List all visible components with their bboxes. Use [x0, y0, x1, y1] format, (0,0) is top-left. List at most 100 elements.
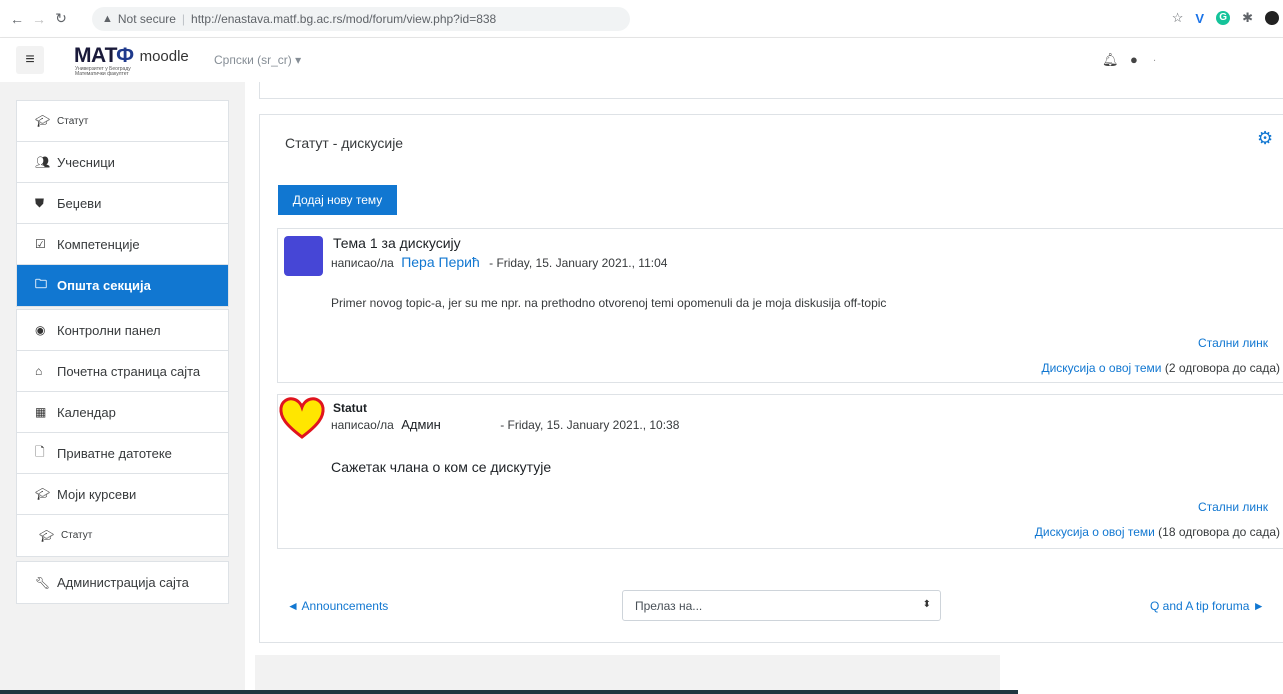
bookmark-star-icon[interactable]: ☆ — [1172, 10, 1184, 26]
nav-item-label: Беџеви — [57, 195, 102, 211]
heart-avatar-icon[interactable] — [278, 396, 326, 440]
discussion-summary: Дискусија о овој теми (18 одговора до са… — [1035, 525, 1280, 539]
nav-item-label: Општа секција — [57, 278, 151, 293]
browser-toolbar: ← → ↻ ▲ Not secure | http://enastava.mat… — [0, 0, 1283, 38]
folder-icon: 🗀︎ — [35, 277, 48, 291]
settings-gear-icon[interactable]: ⚙ — [1257, 128, 1273, 149]
post-meta: написао/ла Админ - Friday, 15. January 2… — [331, 417, 679, 432]
discuss-topic-link[interactable]: Дискусија о овој теми — [1041, 361, 1161, 375]
user-menu-dot[interactable]: . — [1153, 52, 1156, 64]
nav-item-label: Статут — [57, 115, 89, 127]
post-meta: написао/ла Пера Перић - Friday, 15. Janu… — [331, 254, 667, 270]
site-nav-group: ◉ Контролни панел ⌂ Почетна страница сајта… — [16, 309, 229, 557]
site-name: moodle — [139, 48, 189, 65]
select-arrows-icon: ⬍ — [922, 599, 931, 610]
nav-item-competencies[interactable]: ☑ Компетенције — [17, 224, 228, 265]
forum-title: Статут - дискусије — [285, 135, 404, 151]
posted-by-label: написао/ла — [331, 418, 394, 432]
notifications-bell-icon[interactable]: 🔔︎ — [1102, 52, 1119, 68]
post-date: - Friday, 15. January 2021., 10:38 — [500, 418, 680, 432]
grammarly-icon[interactable]: G — [1216, 11, 1231, 25]
graduation-cap-icon: 🎓︎ — [35, 114, 51, 128]
reload-icon[interactable]: ↻ — [50, 10, 72, 27]
nav-item-label: Приватне датотеке — [57, 445, 172, 461]
shield-icon: ⛊ — [35, 195, 45, 210]
nav-item-label: Учесници — [57, 154, 115, 170]
nav-item-course[interactable]: 🎓︎ Статут — [17, 101, 228, 142]
discussion-summary: Дискусија о овој теми (2 одговора до сад… — [1041, 361, 1280, 375]
messages-chat-icon[interactable]: ● — [1130, 52, 1138, 67]
moodle-navbar: ≡ МАТФ Универзитет у Београду Математичк… — [0, 38, 1283, 82]
back-arrow-icon[interactable]: ← — [6, 11, 28, 27]
matf-logo-text: МАТФ — [74, 44, 134, 67]
course-nav-group: 🎓︎ Статут 👥︎ Учесници ⛊ Беџеви ☑ Компетенциј… — [16, 100, 229, 307]
previous-activity-link[interactable]: ◄ Announcements — [287, 599, 388, 613]
os-taskbar — [0, 690, 1018, 694]
graduation-cap-icon: 🎓︎ — [39, 528, 55, 543]
site-logo[interactable]: МАТФ Универзитет у Београду Математички … — [74, 44, 189, 77]
users-icon: 👥︎ — [35, 155, 51, 169]
reply-count: (18 одговора до сада) — [1158, 525, 1280, 539]
post-author-link[interactable]: Админ — [401, 417, 441, 432]
nav-item-label: Контролни панел — [57, 322, 161, 338]
warning-icon: ▲ — [102, 13, 113, 25]
post-body: Primer novog topic-a, jer su me npr. na … — [331, 296, 887, 310]
extensions-puzzle-icon[interactable]: ✱ — [1242, 10, 1253, 26]
nav-item-label: Почетна страница сајта — [57, 363, 201, 379]
avatar[interactable] — [284, 236, 323, 276]
language-label: Српски (sr_cr) — [214, 53, 292, 67]
post-body: Сажетак члана о ком се дискутује — [331, 459, 552, 475]
page-footer — [255, 655, 1000, 694]
next-activity-link[interactable]: Q and A tip foruma ► — [1150, 599, 1265, 613]
matf-logo-subtext: Универзитет у Београду Математички факул… — [75, 66, 131, 77]
admin-nav-group: 🔧︎ Администрација сајта — [16, 561, 229, 604]
nav-item-private-files[interactable]: 🗋︎ Приватне датотеке — [17, 433, 228, 474]
caret-down-icon: ▾ — [295, 53, 302, 67]
nav-item-course-statut[interactable]: 🎓︎ Статут — [17, 515, 228, 556]
jump-to-value: Прелаз на... — [635, 598, 703, 613]
dashboard-icon: ◉ — [35, 323, 46, 337]
extension-v-icon[interactable]: V — [1195, 11, 1204, 26]
nav-item-label: Календар — [57, 404, 116, 420]
permalink-link[interactable]: Стални линк — [1198, 500, 1268, 514]
nav-item-label: Администрација сајта — [57, 575, 189, 590]
extensions-area: ☆ V G ✱ — [1172, 10, 1279, 26]
permalink-link[interactable]: Стални линк — [1198, 336, 1268, 350]
post-author-link[interactable]: Пера Перић — [401, 254, 480, 270]
nav-item-label: Компетенције — [57, 236, 140, 252]
nav-item-site-admin[interactable]: 🔧︎ Администрација сајта — [17, 562, 228, 603]
post-subject[interactable]: Тема 1 за дискусију — [333, 235, 461, 251]
logo-phi-glyph: Ф — [116, 44, 134, 67]
graduation-cap-icon: 🎓︎ — [35, 487, 51, 501]
jump-to-select[interactable]: Прелаз на... ⬍ — [622, 590, 941, 621]
url-text: http://enastava.matf.bg.ac.rs/mod/forum/… — [191, 12, 497, 26]
file-icon: 🗋︎ — [35, 444, 45, 459]
nav-item-label: Статут — [61, 530, 93, 541]
hamburger-menu-icon[interactable]: ≡ — [16, 46, 44, 74]
nav-item-my-courses[interactable]: 🎓︎ Моји курсеви — [17, 474, 228, 515]
reply-count: (2 одговора до сада) — [1164, 361, 1280, 375]
forward-arrow-icon[interactable]: → — [28, 11, 50, 27]
discuss-topic-link[interactable]: Дискусија о овој теми — [1035, 525, 1155, 539]
previous-block-edge — [259, 82, 1283, 99]
nav-item-label: Моји курсеви — [57, 486, 137, 502]
nav-item-participants[interactable]: 👥︎ Учесници — [17, 142, 228, 183]
nav-item-general-section[interactable]: 🗀︎ Општа секција — [17, 265, 228, 306]
home-icon: ⌂ — [35, 364, 43, 378]
post-date: - Friday, 15. January 2021., 11:04 — [489, 256, 668, 270]
profile-avatar-icon[interactable] — [1265, 11, 1279, 25]
nav-item-badges[interactable]: ⛊ Беџеви — [17, 183, 228, 224]
nav-item-calendar[interactable]: ▦ Календар — [17, 392, 228, 433]
nav-item-dashboard[interactable]: ◉ Контролни панел — [17, 310, 228, 351]
add-new-topic-button[interactable]: Додај нову тему — [278, 185, 397, 215]
posted-by-label: написао/ла — [331, 256, 394, 270]
nav-item-site-home[interactable]: ⌂ Почетна страница сајта — [17, 351, 228, 392]
address-bar[interactable]: ▲ Not secure | http://enastava.matf.bg.a… — [92, 7, 630, 31]
address-separator: | — [181, 12, 186, 26]
security-label: Not secure — [117, 12, 176, 26]
language-menu[interactable]: Српски (sr_cr) ▾ — [214, 53, 301, 67]
calendar-icon: ▦ — [35, 405, 47, 419]
checkbox-icon: ☑ — [35, 237, 46, 251]
post-subject[interactable]: Statut — [333, 401, 367, 415]
wrench-icon: 🔧︎ — [35, 575, 51, 590]
